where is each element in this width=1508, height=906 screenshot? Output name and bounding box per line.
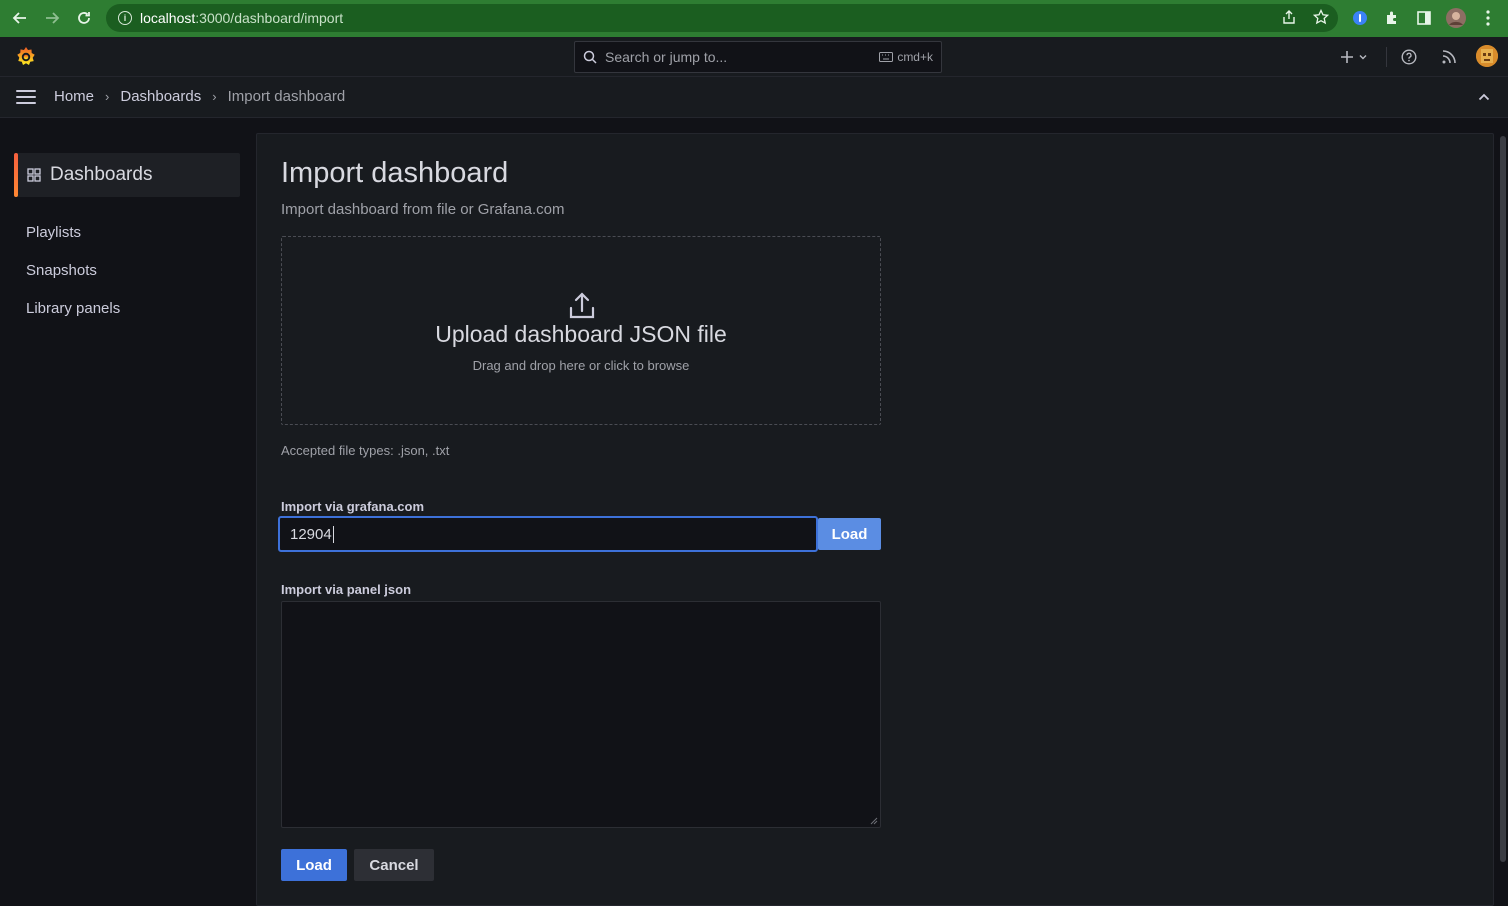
breadcrumb-bar: Home › Dashboards › Import dashboard	[0, 77, 1508, 118]
accepted-file-types: Accepted file types: .json, .txt	[281, 443, 450, 458]
search-icon	[583, 50, 597, 64]
url-path: :3000/dashboard/import	[195, 10, 344, 26]
top-navbar: Search or jump to... cmd+k	[0, 37, 1508, 77]
search-bar[interactable]: Search or jump to... cmd+k	[574, 41, 942, 73]
grafana-com-load-button[interactable]: Load	[818, 518, 881, 550]
sidebar-item-playlists[interactable]: Playlists	[26, 224, 81, 241]
menu-toggle-icon[interactable]	[16, 90, 36, 104]
search-placeholder: Search or jump to...	[605, 49, 728, 65]
search-shortcut-text: cmd+k	[897, 50, 933, 64]
panel-json-label: Import via panel json	[281, 582, 412, 597]
panel-json-textarea[interactable]	[281, 601, 881, 828]
sidebar-item-snapshots[interactable]: Snapshots	[26, 262, 97, 279]
bookmark-star-icon[interactable]	[1312, 8, 1330, 26]
sidebar-section-title: Dashboards	[50, 164, 153, 185]
breadcrumb: Home › Dashboards › Import dashboard	[54, 88, 345, 105]
grafana-logo-icon[interactable]	[14, 45, 38, 69]
reload-icon[interactable]	[69, 3, 99, 33]
url-host: localhost	[140, 10, 196, 26]
chevron-right-icon: ›	[105, 89, 110, 104]
grafana-com-id-value: 12904	[290, 525, 332, 543]
breadcrumb-dashboards[interactable]: Dashboards	[120, 88, 201, 105]
rss-icon	[1442, 50, 1456, 64]
browser-toolbar: i localhost:3000/dashboard/import	[0, 0, 1508, 37]
side-panel-icon[interactable]	[1413, 6, 1435, 30]
news-feed-button[interactable]	[1441, 37, 1457, 77]
keyboard-icon	[879, 52, 894, 62]
upload-title: Upload dashboard JSON file	[435, 321, 727, 347]
share-icon[interactable]	[1280, 8, 1298, 26]
grafana-com-label: Import via grafana.com	[281, 499, 425, 514]
user-avatar[interactable]	[1476, 45, 1498, 67]
file-upload-dropzone[interactable]: Upload dashboard JSON file Drag and drop…	[281, 236, 881, 425]
page-subtitle: Import dashboard from file or Grafana.co…	[281, 201, 565, 218]
breadcrumb-current: Import dashboard	[227, 88, 346, 105]
grafana-com-id-input[interactable]: 12904	[278, 516, 818, 552]
upload-icon	[566, 289, 598, 321]
address-bar[interactable]: i localhost:3000/dashboard/import	[106, 4, 1338, 32]
upload-subtitle: Drag and drop here or click to browse	[472, 358, 690, 373]
page-title: Import dashboard	[281, 157, 509, 189]
chevron-down-icon	[1359, 55, 1367, 60]
help-icon	[1401, 49, 1417, 65]
sidebar-item-dashboards[interactable]: Dashboards	[14, 153, 240, 197]
forward-arrow-icon[interactable]	[37, 3, 67, 33]
page-scrollbar[interactable]	[1500, 136, 1506, 862]
load-button[interactable]: Load	[281, 849, 347, 881]
profile-avatar[interactable]	[1445, 6, 1467, 30]
sidebar-item-library-panels[interactable]: Library panels	[26, 300, 120, 317]
password-manager-icon[interactable]	[1349, 6, 1371, 30]
help-button[interactable]	[1401, 37, 1417, 77]
cancel-button[interactable]: Cancel	[354, 849, 434, 881]
resize-handle-icon[interactable]	[870, 817, 878, 825]
search-shortcut: cmd+k	[879, 50, 933, 64]
text-cursor	[332, 525, 334, 543]
chevron-up-icon[interactable]	[1476, 89, 1492, 105]
site-info-icon[interactable]: i	[118, 11, 132, 25]
active-indicator	[14, 153, 18, 197]
browser-menu-icon[interactable]	[1477, 6, 1499, 30]
breadcrumb-home[interactable]: Home	[54, 88, 94, 105]
chevron-right-icon: ›	[212, 89, 217, 104]
divider	[1386, 47, 1387, 67]
plus-icon	[1341, 51, 1353, 63]
url-text: localhost:3000/dashboard/import	[140, 10, 343, 26]
back-arrow-icon[interactable]	[5, 3, 35, 33]
apps-grid-icon	[27, 168, 41, 182]
new-menu-button[interactable]	[1340, 37, 1368, 77]
extensions-puzzle-icon[interactable]	[1381, 6, 1403, 30]
section-sidebar: Dashboards Playlists Snapshots Library p…	[0, 118, 256, 906]
